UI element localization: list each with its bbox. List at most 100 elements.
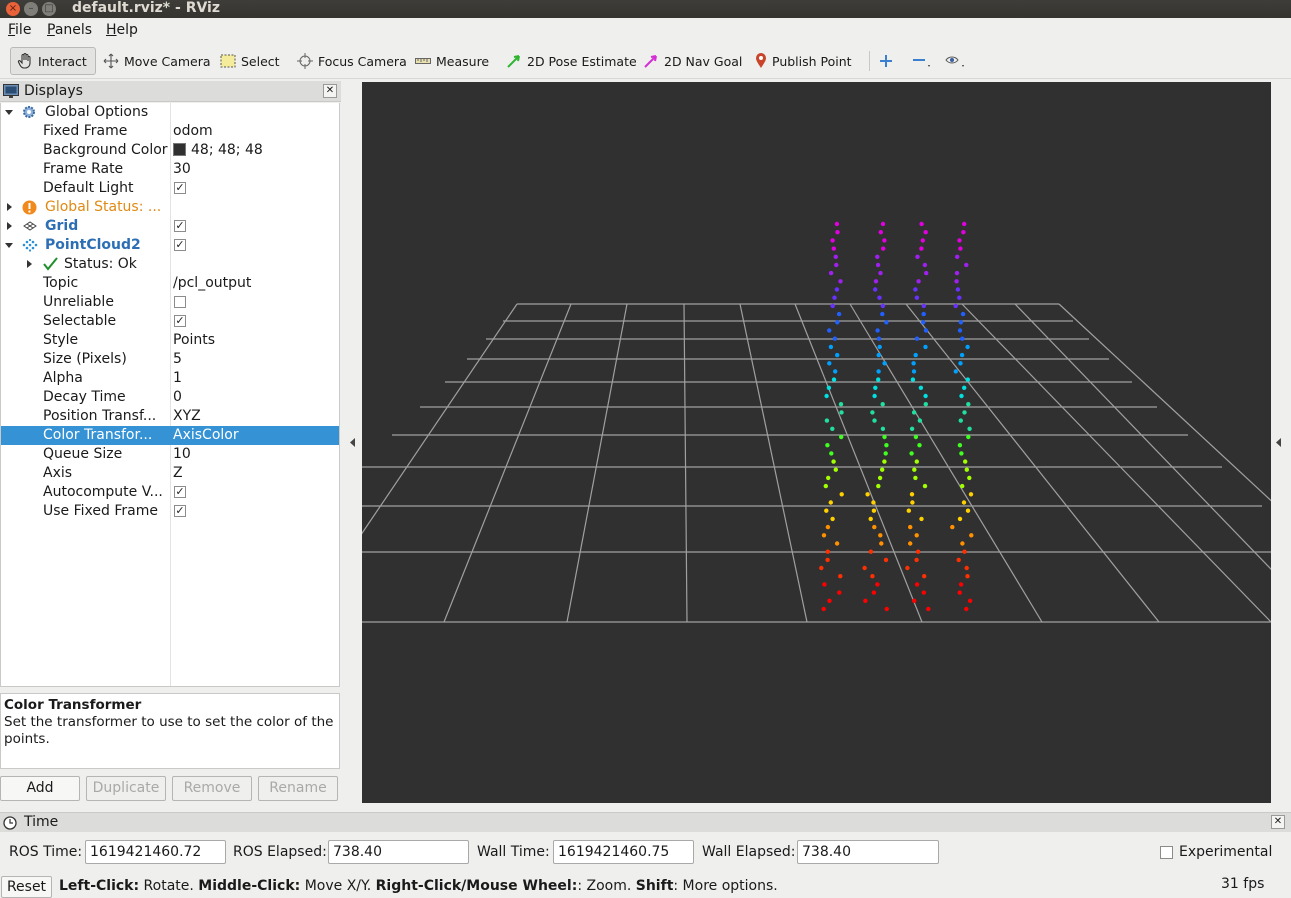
add-button[interactable]: Add [0,776,80,801]
focus-camera-tool-button[interactable]: Focus Camera [297,47,407,75]
rename-button[interactable]: Rename [258,776,338,801]
move-camera-tool-button[interactable]: Move Camera [103,47,211,75]
unreliable-checkbox[interactable] [174,296,186,308]
collapse-right-arrow-icon[interactable] [1276,438,1282,447]
pointcloud2-checkbox[interactable]: ✓ [174,239,186,251]
point-cloud-point [880,221,886,227]
tree-row-fixed-frame[interactable]: Fixed Frame odom [1,122,339,141]
tree-row-selectable[interactable]: Selectable ✓ [1,312,339,331]
menu-panels[interactable]: Panels [47,22,92,38]
menu-help[interactable]: Help [106,22,138,38]
tree-row-color-transformer[interactable]: Color Transfor... AxisColor [1,426,339,445]
menu-file[interactable]: File [8,22,31,38]
tree-row-position-transformer[interactable]: Position Transf... XYZ [1,407,339,426]
scene-canvas[interactable] [362,82,1271,803]
collapse-arrow-icon[interactable] [5,110,13,115]
autocompute-checkbox[interactable]: ✓ [174,486,186,498]
size-value[interactable]: 5 [173,350,182,369]
publish-point-tool-button[interactable]: Publish Point [755,47,852,75]
point-cloud-point [958,361,963,366]
ros-time-field[interactable] [85,840,226,864]
style-value[interactable]: Points [173,331,215,350]
axis-value[interactable]: Z [173,464,183,483]
nav-goal-tool-button[interactable]: 2D Nav Goal [643,47,742,75]
tree-row-queue-size[interactable]: Queue Size 10 [1,445,339,464]
use-fixed-frame-checkbox[interactable]: ✓ [174,505,186,517]
default-light-checkbox[interactable]: ✓ [174,182,186,194]
fixed-frame-value[interactable]: odom [173,122,213,141]
tree-row-unreliable[interactable]: Unreliable [1,293,339,312]
tree-row-autocompute[interactable]: Autocompute V... ✓ [1,483,339,502]
point-cloud-point [822,582,827,587]
experimental-checkbox[interactable] [1160,846,1173,859]
remove-button[interactable]: Remove [172,776,252,801]
topic-value[interactable]: /pcl_output [173,274,251,293]
window-minimize-button[interactable]: – [24,2,38,16]
point-cloud-point [920,238,925,243]
point-cloud-point [967,426,972,431]
grid-label: Grid [45,218,79,234]
ros-elapsed-field[interactable] [328,840,469,864]
render-viewport[interactable] [362,82,1271,803]
time-close-button[interactable]: ✕ [1271,815,1285,829]
point-cloud-point [953,369,958,374]
tree-row-topic[interactable]: Topic /pcl_output [1,274,339,293]
selectable-checkbox[interactable]: ✓ [174,315,186,327]
expand-arrow-icon[interactable] [27,260,32,268]
hint-right-click-desc: : Zoom. [577,878,636,894]
move-arrows-icon [103,53,119,69]
displays-close-button[interactable]: ✕ [323,84,337,98]
tree-row-grid[interactable]: Grid ✓ [1,217,339,236]
point-cloud-point [921,320,926,325]
view-tool-button[interactable] [945,47,972,75]
point-cloud-point [870,410,875,415]
measure-tool-button[interactable]: Measure [415,47,489,75]
wall-elapsed-field[interactable] [797,840,939,864]
collapse-arrow-icon[interactable] [5,243,13,248]
tree-row-global-status[interactable]: Global Status: ... [1,198,339,217]
point-cloud-point [965,377,970,382]
tree-row-default-light[interactable]: Default Light ✓ [1,179,339,198]
tree-row-status-ok[interactable]: Status: Ok [1,255,339,274]
point-cloud-point [832,295,837,300]
point-cloud-point [830,426,835,431]
tree-row-pointcloud2[interactable]: PointCloud2 ✓ [1,236,339,255]
interact-label: Interact [38,53,87,69]
position-transformer-value[interactable]: XYZ [173,407,201,426]
alpha-value[interactable]: 1 [173,369,182,388]
interact-tool-button[interactable]: Interact [10,47,96,75]
grid-checkbox[interactable]: ✓ [174,220,186,232]
wall-time-field[interactable] [553,840,694,864]
tree-row-alpha[interactable]: Alpha 1 [1,369,339,388]
decay-time-value[interactable]: 0 [173,388,182,407]
tree-row-axis[interactable]: Axis Z [1,464,339,483]
window-close-button[interactable]: × [6,2,20,16]
color-transformer-value[interactable]: AxisColor [173,426,239,445]
add-tool-button[interactable] [879,47,898,75]
window-maximize-button[interactable]: □ [42,2,56,16]
pose-estimate-tool-button[interactable]: 2D Pose Estimate [506,47,637,75]
duplicate-button[interactable]: Duplicate [86,776,166,801]
tree-row-decay-time[interactable]: Decay Time 0 [1,388,339,407]
point-cloud-point [961,500,967,505]
expand-arrow-icon[interactable] [7,222,12,230]
point-cloud-point [923,328,929,333]
expand-arrow-icon[interactable] [7,203,12,211]
remove-tool-button[interactable] [912,47,937,75]
tree-row-size[interactable]: Size (Pixels) 5 [1,350,339,369]
tree-row-background-color[interactable]: Background Color 48; 48; 48 [1,141,339,160]
topic-label: Topic [43,275,79,291]
select-tool-button[interactable]: Select [220,47,280,75]
frame-rate-value[interactable]: 30 [173,160,191,179]
collapse-left-arrow-icon[interactable] [350,438,356,447]
tree-row-frame-rate[interactable]: Frame Rate 30 [1,160,339,179]
tree-row-global-options[interactable]: Global Options [1,103,339,122]
background-color-value[interactable]: 48; 48; 48 [173,141,263,160]
queue-size-value[interactable]: 10 [173,445,191,464]
tree-row-use-fixed-frame[interactable]: Use Fixed Frame ✓ [1,502,339,521]
point-cloud-point [913,475,918,481]
point-cloud-point [923,344,928,350]
reset-button[interactable]: Reset [1,876,52,898]
toolbar: Interact Move Camera Select Focus Camera… [0,43,1291,79]
tree-row-style[interactable]: Style Points [1,331,339,350]
